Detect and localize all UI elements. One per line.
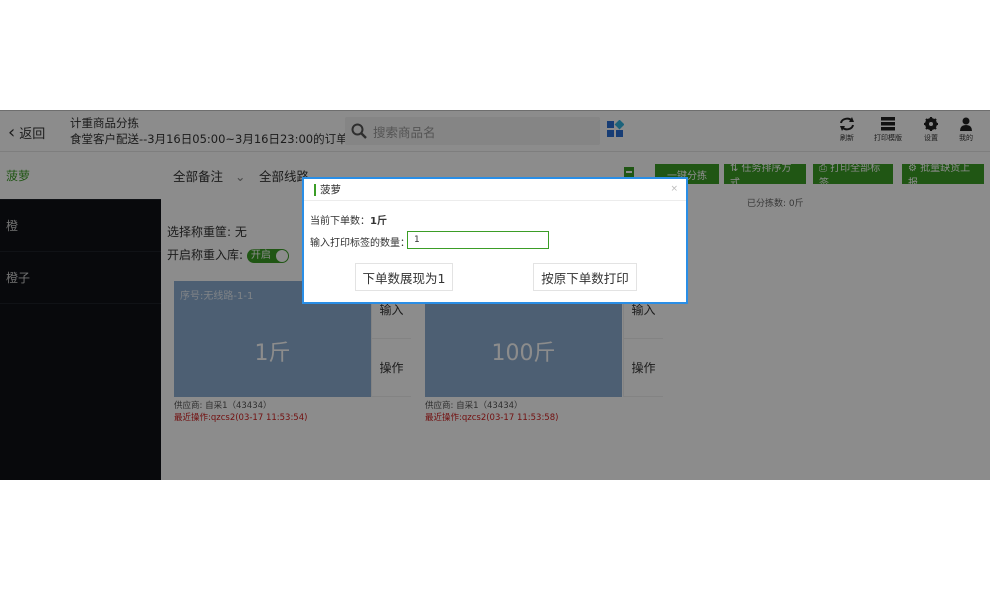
order-qty-row: 当前下单数：1斤 [310, 212, 387, 227]
show-as-one-button[interactable]: 下单数展现为1 [355, 263, 453, 291]
close-icon[interactable]: × [670, 184, 678, 194]
dialog-header: 菠萝 × [304, 179, 686, 201]
app-window: ‹ 返回 计重商品分拣 食堂客户配送--3月16日05:00~3月16日23:0… [0, 110, 990, 480]
print-original-qty-button[interactable]: 按原下单数打印 [533, 263, 637, 291]
print-qty-input[interactable] [407, 231, 549, 249]
print-label-dialog: 菠萝 × 当前下单数：1斤 输入打印标签的数量： 下单数展现为1 按原下单数打印 [302, 177, 688, 304]
order-qty-value: 1斤 [370, 216, 387, 227]
print-qty-label: 输入打印标签的数量： [310, 238, 410, 249]
title-accent-bar [314, 183, 316, 196]
dialog-title: 菠萝 [320, 184, 341, 196]
order-qty-label: 当前下单数： [310, 216, 370, 227]
